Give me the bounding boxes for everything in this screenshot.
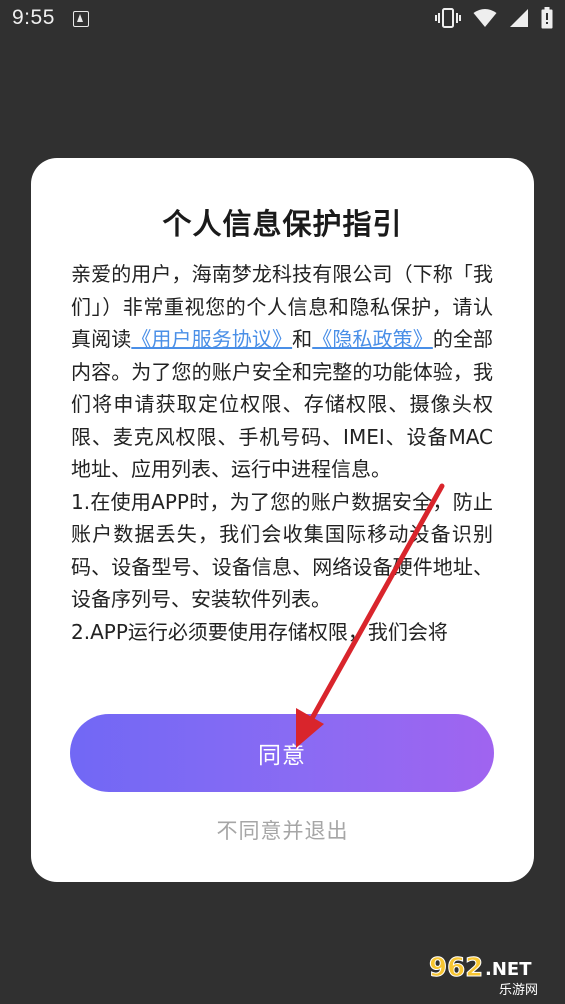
- vibrate-icon: [435, 8, 461, 28]
- dialog-body[interactable]: 亲爱的用户，海南梦龙科技有限公司（下称「我们」）非常重视您的个人信息和隐私保护，…: [71, 258, 493, 676]
- body-paragraph-1: 亲爱的用户，海南梦龙科技有限公司（下称「我们」）非常重视您的个人信息和隐私保护，…: [71, 258, 493, 486]
- user-agreement-link[interactable]: 《用户服务协议》: [131, 327, 292, 351]
- body-text-and: 和: [292, 327, 313, 351]
- disagree-exit-button[interactable]: 不同意并退出: [31, 815, 534, 845]
- privacy-policy-link[interactable]: 《隐私政策》: [312, 327, 433, 351]
- wifi-icon: [473, 9, 497, 27]
- screen: 9:55 个人信息保护指引 亲爱的用户，海南梦龙科技有限公司（下称「我们」）非常…: [0, 0, 565, 1004]
- body-paragraph-2: 1.在使用APP时，为了您的账户数据安全，防止账户数据丢失，我们会收集国际移动设…: [71, 489, 493, 612]
- dialog-title: 个人信息保护指引: [162, 207, 403, 241]
- body-paragraph-3: 2.APP运行必须要使用存储权限，我们会将: [71, 619, 448, 644]
- status-time: 9:55: [12, 6, 55, 29]
- svg-text:乐游网: 乐游网: [499, 983, 538, 998]
- privacy-dialog: 个人信息保护指引 亲爱的用户，海南梦龙科技有限公司（下称「我们」）非常重视您的个…: [31, 158, 534, 882]
- agree-button[interactable]: 同意: [70, 714, 494, 792]
- svg-text:962: 962: [429, 953, 483, 983]
- svg-text:.NET: .NET: [485, 959, 532, 980]
- battery-icon: [541, 7, 553, 29]
- watermark-logo: 962 .NET 乐游网: [429, 953, 539, 999]
- notification-a-icon: [73, 11, 89, 27]
- signal-icon: [510, 9, 528, 27]
- status-icons: [435, 7, 553, 29]
- status-bar: 9:55: [0, 0, 565, 38]
